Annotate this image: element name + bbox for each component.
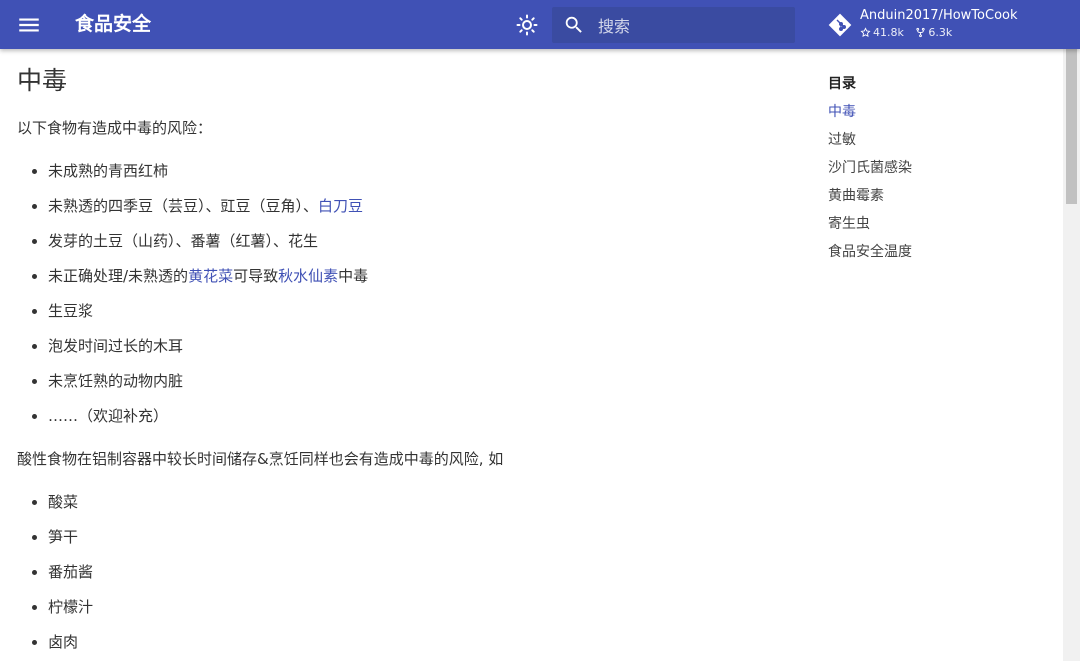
list-item: 柠檬汁 bbox=[17, 597, 93, 632]
white-sword-bean-link[interactable]: 白刀豆 bbox=[318, 197, 363, 215]
toc-title: 目录 bbox=[828, 76, 856, 92]
toc-item-parasites[interactable]: 寄生虫 bbox=[828, 214, 1028, 242]
forks-fact: 6.3k bbox=[915, 26, 952, 39]
repo-name: Anduin2017/HowToCook bbox=[860, 8, 1018, 23]
list-item: 未烹饪熟的动物内脏 bbox=[17, 371, 368, 406]
acidic-food-paragraph: 酸性食物在铝制容器中较长时间储存&烹饪同样也会有造成中毒的风险, 如 bbox=[17, 450, 504, 468]
daylily-link[interactable]: 黄花菜 bbox=[188, 267, 233, 285]
brightness-icon[interactable] bbox=[515, 13, 539, 37]
list-item: ……（欢迎补充） bbox=[17, 406, 368, 441]
colchicine-link[interactable]: 秋水仙素 bbox=[278, 267, 338, 285]
menu-icon[interactable] bbox=[16, 12, 42, 38]
vertical-scrollbar[interactable] bbox=[1063, 49, 1080, 661]
table-of-contents: 目录 中毒 过敏 沙门氏菌感染 黄曲霉素 寄生虫 食品安全温度 bbox=[828, 74, 1028, 270]
toc-item-food-temperature[interactable]: 食品安全温度 bbox=[828, 242, 1028, 270]
page-title: 中毒 bbox=[17, 66, 68, 95]
acidic-food-list: 酸菜 笋干 番茄酱 柠檬汁 卤肉 bbox=[17, 492, 93, 667]
toc-item-aflatoxin[interactable]: 黄曲霉素 bbox=[828, 186, 1028, 214]
list-item: 酸菜 bbox=[17, 492, 93, 527]
stars-count: 41.8k bbox=[873, 26, 904, 39]
list-item: 卤肉 bbox=[17, 632, 93, 667]
search-input[interactable] bbox=[596, 12, 790, 40]
stars-fact: 41.8k bbox=[860, 26, 907, 39]
star-icon bbox=[860, 27, 871, 37]
list-item: 发芽的土豆（山药）、番薯（红薯）、花生 bbox=[17, 231, 368, 266]
list-item: 番茄酱 bbox=[17, 562, 93, 597]
site-title: 食品安全 bbox=[75, 13, 152, 35]
poison-list: 未成熟的青西红柿 未熟透的四季豆（芸豆）、豇豆（豆角）、白刀豆 发芽的土豆（山药… bbox=[17, 161, 368, 441]
toc-item-allergy[interactable]: 过敏 bbox=[828, 130, 1028, 158]
list-item: 生豆浆 bbox=[17, 301, 368, 336]
intro-paragraph: 以下食物有造成中毒的风险： bbox=[17, 119, 213, 137]
list-item: 未正确处理/未熟透的黄花菜可导致秋水仙素中毒 bbox=[17, 266, 368, 301]
top-header: 食品安全 搜索 Anduin2017/HowToCook 41.8k 6.3k bbox=[0, 0, 1080, 49]
fork-icon bbox=[916, 27, 925, 38]
list-item: 泡发时间过长的木耳 bbox=[17, 336, 368, 371]
scrollbar-thumb[interactable] bbox=[1066, 49, 1077, 204]
list-item: 未成熟的青西红柿 bbox=[17, 161, 368, 196]
toc-item-salmonella[interactable]: 沙门氏菌感染 bbox=[828, 158, 1028, 186]
repo-link[interactable]: Anduin2017/HowToCook 41.8k 6.3k bbox=[828, 6, 1048, 44]
list-item: 笋干 bbox=[17, 527, 93, 562]
list-item: 未熟透的四季豆（芸豆）、豇豆（豆角）、白刀豆 bbox=[17, 196, 368, 231]
search-icon[interactable] bbox=[563, 14, 585, 36]
repo-facts: 41.8k 6.3k bbox=[860, 26, 960, 40]
search-box[interactable] bbox=[552, 7, 795, 43]
toc-item-poisoning[interactable]: 中毒 bbox=[828, 102, 1028, 130]
git-icon bbox=[828, 13, 852, 37]
forks-count: 6.3k bbox=[928, 26, 953, 39]
